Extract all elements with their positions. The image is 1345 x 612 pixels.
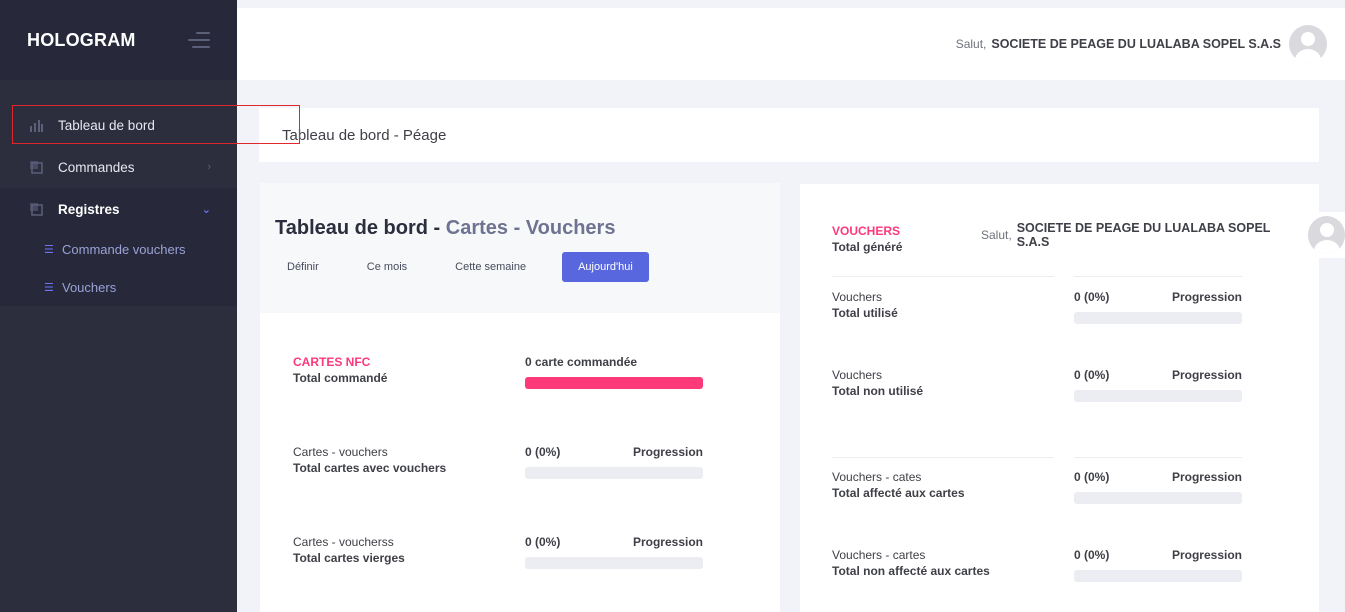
- sidebar-subitem-commande-vouchers[interactable]: ☰ Commande vouchers: [0, 230, 237, 268]
- brand-logo[interactable]: HOLOGRAM: [27, 30, 136, 51]
- stat-progress: 0 (0%) Progression: [1074, 548, 1242, 582]
- stat-progress: 0 (0%) Progression: [525, 535, 703, 569]
- cartes-vouchers-card: Tableau de bord - Cartes - Vouchers Défi…: [260, 183, 780, 612]
- stat-value: 0 (0%): [1074, 470, 1110, 484]
- sidebar-subitem-label: Commande vouchers: [62, 241, 186, 257]
- chevron-down-icon: ⌄: [201, 203, 211, 216]
- avatar[interactable]: [1307, 216, 1345, 254]
- progress-bar: [1074, 570, 1242, 582]
- stat-progress-label: Progression: [632, 535, 703, 549]
- registres-submenu: ☰ Commande vouchers ☰ Vouchers: [0, 230, 237, 306]
- greeting-text: Salut,: [981, 228, 1012, 242]
- list-icon: ☰: [44, 281, 54, 294]
- divider: [832, 276, 1054, 277]
- stat-value: 0 (0%): [1074, 548, 1110, 562]
- avatar[interactable]: [1289, 25, 1327, 63]
- stat-value: 0 carte commandée: [525, 355, 638, 369]
- stat-row: CARTES NFC Total commandé 0 carte comman…: [293, 355, 703, 389]
- divider: [832, 457, 1054, 458]
- copy-icon: [28, 159, 44, 175]
- sidebar-item-label: Commandes: [58, 159, 135, 175]
- filter-aujourdhui-button[interactable]: Aujourd'hui: [562, 252, 649, 282]
- progress-bar: [1074, 390, 1242, 402]
- card-head: Tableau de bord - Cartes - Vouchers Défi…: [260, 183, 780, 313]
- stat-value: 0 (0%): [525, 535, 561, 549]
- sidebar-item-label: Tableau de bord: [58, 117, 155, 133]
- user-name[interactable]: SOCIETE DE PEAGE DU LUALABA SOPEL S.A.S: [991, 37, 1281, 51]
- topbar: Salut, SOCIETE DE PEAGE DU LUALABA SOPEL…: [237, 8, 1345, 80]
- card-title-accent: Cartes - Vouchers: [445, 217, 616, 239]
- stat-progress-label: Progression: [1171, 470, 1242, 484]
- stat-progress-label: Progression: [632, 445, 703, 459]
- filter-definir[interactable]: Définir: [275, 252, 331, 282]
- stat-row: Vouchers Total non utilisé 0 (0%) Progres…: [832, 368, 1252, 402]
- greeting-text: Salut,: [955, 37, 987, 51]
- menu-toggle-icon[interactable]: [188, 30, 210, 50]
- bar-chart-icon: [28, 117, 44, 133]
- copy-icon: [28, 201, 44, 217]
- stat-progress: 0 (0%) Progression: [1074, 290, 1242, 324]
- page-subheader: Tableau de bord - Péage: [259, 108, 1319, 162]
- stat-progress-label: Progression: [1171, 290, 1242, 304]
- card-title-main: Tableau de bord -: [275, 217, 446, 239]
- sidebar-item-commandes[interactable]: Commandes ›: [0, 146, 237, 188]
- card-title: Tableau de bord - Cartes - Vouchers: [275, 217, 750, 240]
- brand-bar: HOLOGRAM: [0, 0, 237, 80]
- filter-cette-semaine[interactable]: Cette semaine: [443, 252, 538, 282]
- progress-bar: [525, 467, 703, 479]
- stat-progress-label: Progression: [1171, 368, 1242, 382]
- user-name[interactable]: SOCIETE DE PEAGE DU LUALABA SOPEL S.A.S: [1017, 221, 1300, 249]
- filter-ce-mois[interactable]: Ce mois: [355, 252, 419, 282]
- progress-bar: [1074, 492, 1242, 504]
- greeting-overlay: Salut, SOCIETE DE PEAGE DU LUALABA SOPEL…: [981, 212, 1345, 258]
- date-filters: Définir Ce mois Cette semaine Aujourd'hu…: [275, 252, 750, 282]
- stat-progress: 0 (0%) Progression: [1074, 368, 1242, 402]
- stat-progress: 0 (0%) Progression: [525, 445, 703, 479]
- divider: [1074, 276, 1242, 277]
- progress-bar: [525, 377, 703, 389]
- stat-row: Cartes - voucherss Total cartes vierges …: [293, 535, 703, 569]
- sidebar-item-tableau-de-bord[interactable]: Tableau de bord: [0, 104, 237, 146]
- sidebar-item-registres[interactable]: Registres ⌄: [0, 188, 237, 230]
- sidebar-menu: Tableau de bord Commandes › Registres ⌄ …: [0, 80, 237, 306]
- progress-bar: [525, 557, 703, 569]
- sidebar: HOLOGRAM Tableau de bord Commandes › Reg…: [0, 0, 237, 612]
- stat-row: Vouchers Total utilisé 0 (0%) Progression: [832, 290, 1252, 324]
- list-icon: ☰: [44, 243, 54, 256]
- chevron-right-icon: ›: [207, 161, 211, 173]
- progress-bar: [1074, 312, 1242, 324]
- page-title: Tableau de bord - Péage: [282, 126, 447, 144]
- stat-value: 0 (0%): [1074, 290, 1110, 304]
- stat-value: 0 (0%): [525, 445, 561, 459]
- stat-progress-label: Progression: [1171, 548, 1242, 562]
- sidebar-subitem-label: Vouchers: [62, 279, 117, 295]
- stat-row: Vouchers - cates Total affecté aux carte…: [832, 470, 1252, 504]
- progress-fill: [525, 377, 703, 389]
- stat-value: 0 (0%): [1074, 368, 1110, 382]
- divider: [1074, 457, 1242, 458]
- stat-progress: 0 (0%) Progression: [1074, 470, 1242, 504]
- stat-row: Vouchers - cartes Total non affecté aux …: [832, 548, 1252, 582]
- sidebar-subitem-vouchers[interactable]: ☰ Vouchers: [0, 268, 237, 306]
- stat-progress: 0 carte commandée: [525, 355, 703, 389]
- stat-row: Cartes - vouchers Total cartes avec vouc…: [293, 445, 703, 479]
- sidebar-item-label: Registres: [58, 201, 120, 217]
